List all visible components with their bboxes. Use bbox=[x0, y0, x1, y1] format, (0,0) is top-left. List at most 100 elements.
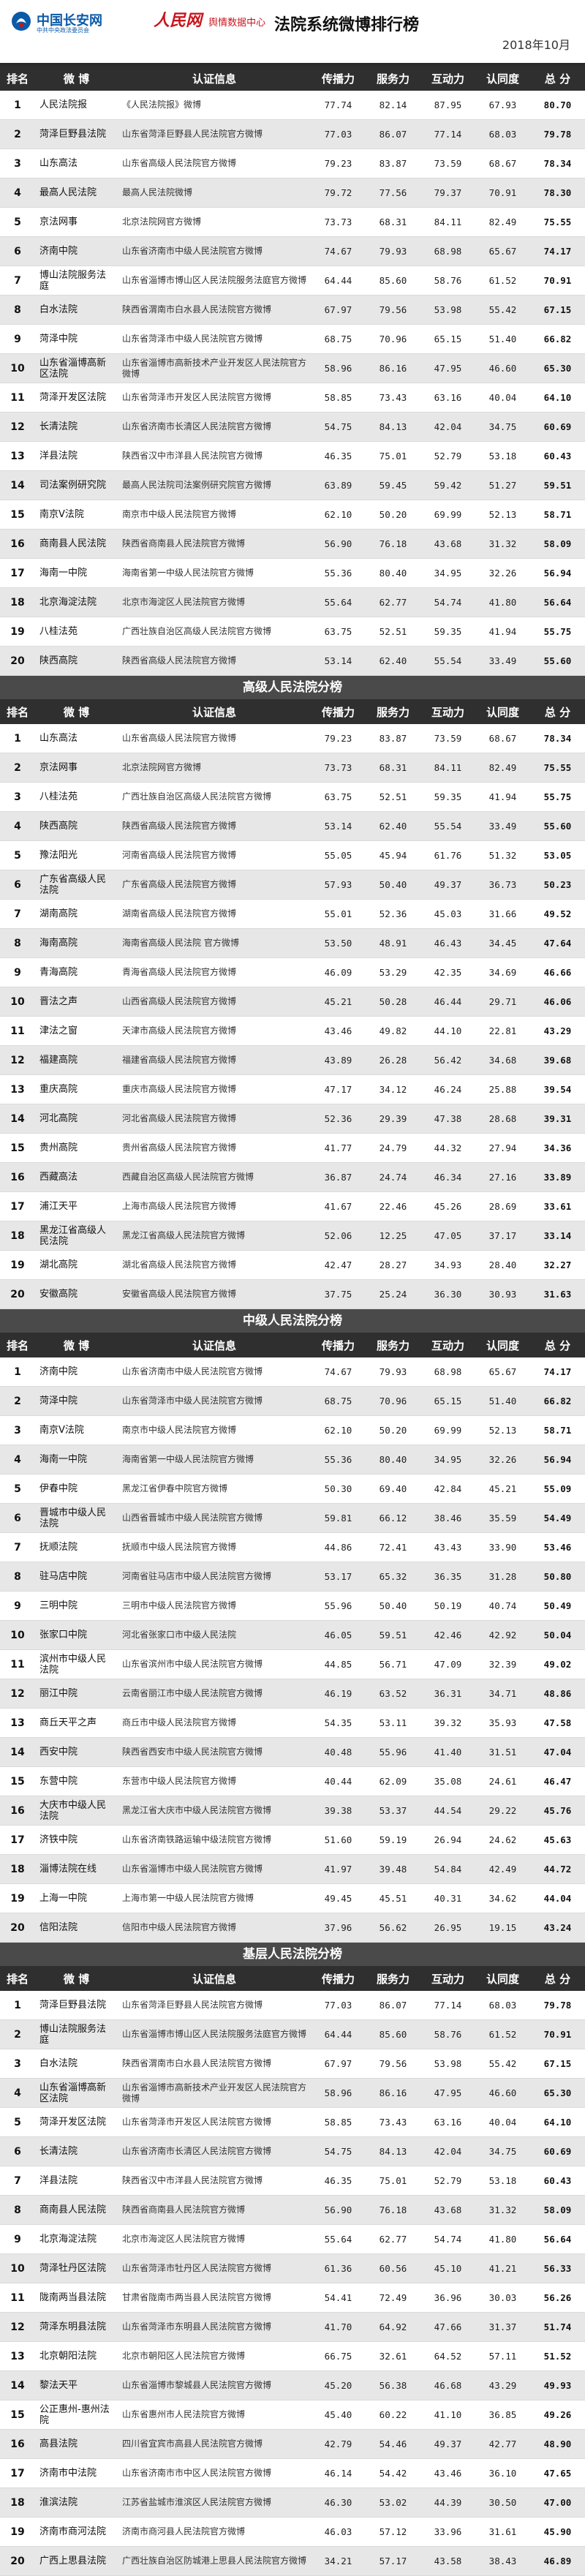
rank-cell: 12 bbox=[10, 1687, 25, 1700]
table-row: 6 长清法院 山东省济南市长清区人民法院官方微博 54.75 84.13 42.04 34.… bbox=[0, 2137, 585, 2166]
spread-score-cell: 46.35 bbox=[324, 451, 352, 462]
table-row: 1 济南中院 山东省济南市中级人民法院官方微博 74.67 79.93 68.98 65.6… bbox=[0, 1357, 585, 1387]
table-row: 15 公正惠州-惠州法院 山东省惠州市人民法院官方微博 45.40 60.22 41.10… bbox=[0, 2400, 585, 2430]
spread-score-cell: 68.75 bbox=[324, 1396, 352, 1406]
total-score-cell: 48.90 bbox=[543, 2438, 572, 2449]
service-score-cell: 70.96 bbox=[379, 334, 407, 344]
certification-cell: 山东省淄博市博山区人民法院服务法庭官方微博 bbox=[122, 275, 307, 285]
rank-cell: 10 bbox=[10, 362, 25, 374]
spread-score-cell: 37.75 bbox=[324, 1289, 352, 1300]
certification-cell: 南京市中级人民法院官方微博 bbox=[122, 1425, 237, 1435]
certification-cell: 山东省淄博市博山区人民法院服务法庭官方微博 bbox=[122, 2029, 307, 2039]
weibo-name-cell: 福建高院 bbox=[39, 1055, 78, 1066]
service-score-cell: 85.60 bbox=[379, 275, 407, 286]
weibo-name-cell: 山东省淄博高新区法院 bbox=[39, 2082, 107, 2104]
spread-score-cell: 54.75 bbox=[324, 2146, 352, 2157]
interaction-score-cell: 77.14 bbox=[434, 2000, 462, 2011]
recognition-score-cell: 27.94 bbox=[488, 1142, 517, 1153]
rank-cell: 20 bbox=[10, 2555, 25, 2567]
spread-score-cell: 54.35 bbox=[324, 1717, 352, 1728]
certification-cell: 山东省菏泽市中级人民法院官方微博 bbox=[122, 334, 263, 344]
service-score-cell: 62.77 bbox=[379, 597, 407, 608]
total-score-cell: 31.63 bbox=[543, 1289, 572, 1300]
recognition-score-cell: 61.52 bbox=[488, 275, 517, 286]
recognition-score-cell: 28.68 bbox=[488, 1113, 517, 1124]
weibo-name-cell: 浦江天平 bbox=[39, 1201, 78, 1212]
spread-score-cell: 64.44 bbox=[324, 275, 352, 286]
table-row: 14 河北高院 河北省高级人民法院官方微博 52.36 29.39 47.38 28.68 3… bbox=[0, 1104, 585, 1134]
certification-cell: 山东省济南市中级人民法院官方微博 bbox=[122, 1366, 263, 1376]
interaction-score-cell: 45.03 bbox=[434, 908, 462, 919]
spread-score-cell: 39.38 bbox=[324, 1805, 352, 1816]
spread-score-cell: 63.89 bbox=[324, 480, 352, 491]
rank-cell: 17 bbox=[10, 1834, 25, 1846]
spread-score-cell: 73.73 bbox=[324, 216, 352, 227]
rank-cell: 3 bbox=[14, 1424, 21, 1436]
interaction-score-cell: 59.35 bbox=[434, 626, 462, 637]
interaction-score-cell: 59.35 bbox=[434, 791, 462, 802]
weibo-name-cell: 上海一中院 bbox=[39, 1893, 88, 1904]
recognition-score-cell: 34.71 bbox=[488, 1688, 517, 1699]
weibo-name-cell: 司法案例研究院 bbox=[39, 480, 107, 491]
spread-score-cell: 55.01 bbox=[324, 908, 352, 919]
recognition-score-cell: 33.49 bbox=[488, 821, 517, 832]
recognition-score-cell: 36.85 bbox=[488, 2409, 517, 2420]
spread-score-cell: 55.96 bbox=[324, 1600, 352, 1611]
service-score-cell: 59.45 bbox=[379, 480, 407, 491]
total-score-cell: 39.31 bbox=[543, 1113, 572, 1124]
weibo-name-cell: 菏泽中院 bbox=[39, 334, 78, 344]
certification-cell: 陕西省高级人民法院官方微博 bbox=[122, 821, 237, 831]
weibo-name-cell: 长清法院 bbox=[39, 421, 78, 432]
table-row: 18 黑龙江省高级人民法院 黑龙江省高级人民法院官方微博 52.06 12.25 47.0… bbox=[0, 1221, 585, 1251]
total-score-cell: 39.68 bbox=[543, 1055, 572, 1066]
table-row: 8 商南县人民法院 陕西省商南县人民法院官方微博 56.90 76.18 43.68 31.… bbox=[0, 2196, 585, 2225]
interaction-score-cell: 73.59 bbox=[434, 733, 462, 744]
table-row: 9 青海高院 青海省高级人民法院官方微博 46.09 53.29 42.35 34.69 46… bbox=[0, 958, 585, 987]
recognition-score-cell: 34.75 bbox=[488, 2146, 517, 2157]
rank-cell: 15 bbox=[10, 2409, 25, 2421]
weibo-name-cell: 长清法院 bbox=[39, 2146, 78, 2157]
column-header-name: 微 博 bbox=[63, 1972, 90, 1986]
recognition-score-cell: 30.50 bbox=[488, 2497, 517, 2508]
service-score-cell: 59.19 bbox=[379, 1834, 407, 1845]
certification-cell: 山东省济南铁路运输中级法院官方微博 bbox=[122, 1834, 272, 1845]
spread-score-cell: 46.30 bbox=[324, 2497, 352, 2508]
rank-cell: 10 bbox=[10, 1629, 25, 1641]
recognition-score-cell: 40.74 bbox=[488, 1600, 517, 1611]
certification-cell: 陕西省高级人民法院官方微博 bbox=[122, 655, 237, 666]
spread-score-cell: 47.17 bbox=[324, 1084, 352, 1095]
weibo-name-cell: 最高人民法院 bbox=[39, 187, 97, 198]
service-score-cell: 59.51 bbox=[379, 1630, 407, 1641]
rank-cell: 12 bbox=[10, 1054, 25, 1066]
spread-score-cell: 55.64 bbox=[324, 2234, 352, 2245]
total-score-cell: 59.51 bbox=[543, 480, 572, 491]
recognition-score-cell: 51.40 bbox=[488, 1396, 517, 1406]
interaction-score-cell: 36.96 bbox=[434, 2292, 462, 2303]
certification-cell: 山东省淄博市中级人民法院官方微博 bbox=[122, 1864, 263, 1874]
table-row: 8 白水法院 陕西省渭南市白水县人民法院官方微博 67.97 79.56 53.98 55.… bbox=[0, 295, 585, 325]
table-row: 9 菏泽中院 山东省菏泽市中级人民法院官方微博 68.75 70.96 65.15 51.4… bbox=[0, 325, 585, 354]
rank-cell: 16 bbox=[10, 1171, 25, 1183]
total-score-cell: 45.90 bbox=[543, 2526, 572, 2537]
table-row: 6 济南中院 山东省济南市中级人民法院官方微博 74.67 79.93 68.98 65.6… bbox=[0, 237, 585, 266]
spread-score-cell: 63.75 bbox=[324, 791, 352, 802]
recognition-score-cell: 43.29 bbox=[488, 2380, 517, 2391]
column-header-interact: 互动力 bbox=[431, 72, 464, 86]
interaction-score-cell: 79.37 bbox=[434, 187, 462, 198]
interaction-score-cell: 50.19 bbox=[434, 1600, 462, 1611]
service-score-cell: 79.56 bbox=[379, 304, 407, 315]
table-row: 7 湖南高院 湖南省高级人民法院官方微博 55.01 52.36 45.03 31.66 49… bbox=[0, 900, 585, 929]
rank-cell: 13 bbox=[10, 1717, 25, 1729]
total-score-cell: 60.69 bbox=[543, 2146, 572, 2157]
certification-cell: 河南省驻马店市中级人民法院官方微博 bbox=[122, 1571, 272, 1581]
certification-cell: 青海省高级人民法院官方微博 bbox=[122, 967, 237, 977]
service-score-cell: 50.40 bbox=[379, 879, 407, 890]
recognition-score-cell: 37.17 bbox=[488, 1230, 517, 1241]
rank-cell: 15 bbox=[10, 508, 25, 521]
recognition-score-cell: 46.60 bbox=[488, 363, 517, 374]
rank-cell: 8 bbox=[14, 2204, 21, 2216]
service-score-cell: 69.40 bbox=[379, 1483, 407, 1494]
rank-cell: 6 bbox=[14, 1512, 21, 1524]
recognition-score-cell: 25.88 bbox=[488, 1084, 517, 1095]
spread-score-cell: 46.05 bbox=[324, 1630, 352, 1641]
